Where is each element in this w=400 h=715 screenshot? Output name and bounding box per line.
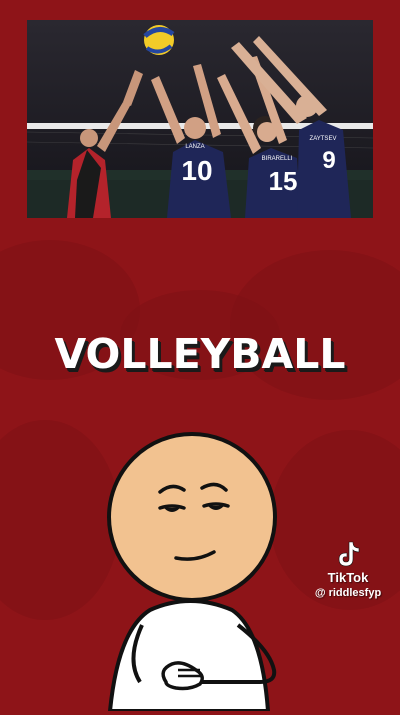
title-text: VOLLEYBALL [54,330,346,378]
jersey-number-9: 9 [322,147,335,174]
jersey-number-10: 10 [181,155,212,186]
tiktok-handle: @ riddlesfyp [314,587,382,599]
character-head [107,432,277,602]
jersey-number-15: 15 [269,166,298,196]
tiktok-watermark: TikTok @ riddlesfyp [302,540,394,599]
volleyball-photo: LANZA 10 BIRARELLI 15 ZAYTSEV 9 [27,20,373,218]
jersey-name-9: ZAYTSEV [310,136,337,142]
tiktok-note-icon [338,541,360,567]
tiktok-brand: TikTok [327,570,369,585]
volleyball-ball [143,25,175,55]
jersey-name-15: BIRARELLI [262,156,293,162]
jersey-name-10: LANZA [185,144,204,150]
